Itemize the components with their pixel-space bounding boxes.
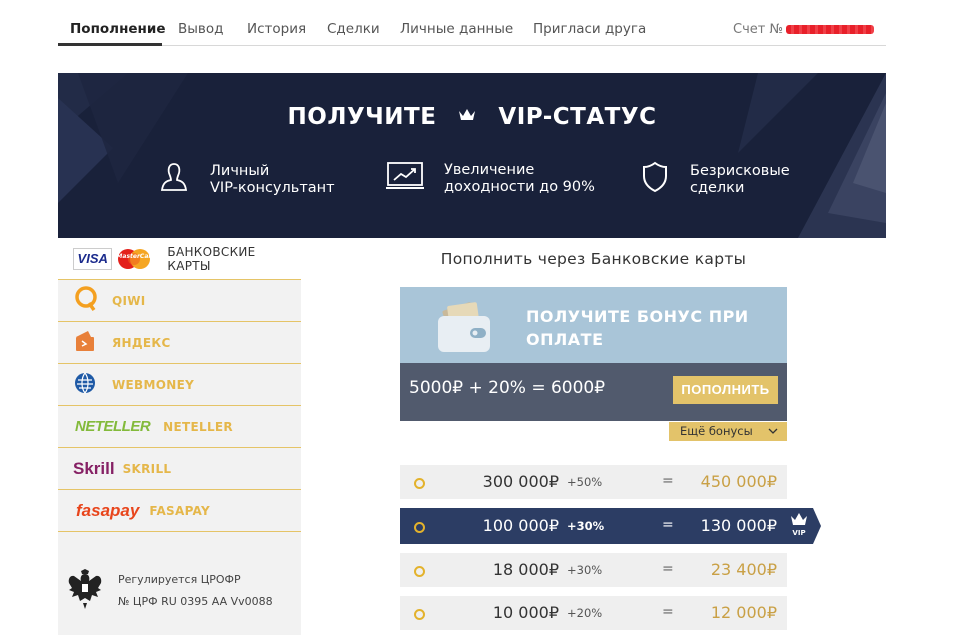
vip-badge: VIP [787,508,821,544]
method-fasapay[interactable]: fasapay FASAPAY [58,490,301,532]
regulator-info: Регулируется ЦРОФР № ЦРФ RU 0395 AA Vv00… [66,568,273,614]
active-tab-indicator [58,43,162,46]
bonus-card: ПОЛУЧИТЕ БОНУС ПРИ ОПЛАТЕ 5000₽ + 20% = … [400,287,787,421]
shield-icon [642,161,668,198]
bonus-formula: 5000₽ + 20% = 6000₽ [409,378,606,398]
yandex-wallet-icon [74,329,100,357]
crown-icon [458,107,476,127]
tier-bullet-icon [414,609,425,620]
neteller-logo: NETELLER [75,418,151,435]
tier-result: 12 000₽ [710,603,777,622]
banner-title: ПОЛУЧИТЕ VIP-СТАТУС [58,104,886,130]
bonus-tier-row[interactable]: 10 000₽ +20% = 12 000₽ [400,596,787,630]
tier-percent: +20% [567,606,603,620]
webmoney-globe-icon [74,372,100,398]
content-title: Пополнить через Банковские карты [440,250,747,268]
method-label-yandex: ЯНДЕКС [112,335,171,350]
banner-decoration [58,73,886,238]
tier-result: 450 000₽ [700,472,777,491]
tab-invite-friend[interactable]: Пригласи друга [533,21,646,37]
banner-title-right: VIP-СТАТУС [498,104,657,130]
top-navigation: Пополнение Вывод История Сделки Личные д… [58,12,886,46]
feature-riskless-trades: Безрисковые сделки [642,161,790,198]
method-label-skrill: SKRILL [122,461,172,476]
tier-equals: = [662,604,674,620]
account-label: Счет № [733,22,783,37]
chart-icon [386,161,424,196]
method-label-qiwi: QIWI [112,293,146,308]
tier-bullet-icon [414,522,425,533]
tier-amount: 10 000₽ [492,603,559,622]
tier-amount: 300 000₽ [482,472,559,491]
tier-amount: 18 000₽ [492,560,559,579]
tier-bullet-icon [414,566,425,577]
account-number: Счет № [733,22,874,37]
vip-banner[interactable]: ПОЛУЧИТЕ VIP-СТАТУС Личный VIP-консультант… [58,73,886,238]
tier-percent: +30% [567,563,603,577]
banner-title-left: ПОЛУЧИТЕ [287,104,437,130]
tier-result: 130 000₽ [700,516,777,535]
feature-personal-consultant: Личный VIP-консультант [160,161,335,198]
skrill-logo: Skrill [73,458,115,478]
mastercard-logo: MasterCard [115,248,156,270]
tab-istoriya[interactable]: История [247,21,306,37]
chevron-down-icon [768,422,778,448]
tier-percent: +30% [567,519,605,533]
more-bonuses-label: Ещё бонусы [680,424,753,438]
qiwi-icon [74,285,100,316]
method-label-bank-cards: БАНКОВСКИЕ КАРТЫ [167,244,256,273]
wallet-icon [434,298,494,360]
method-webmoney[interactable]: WEBMONEY [58,364,301,406]
feature-1-line2: VIP-консультант [210,179,335,196]
tier-result: 23 400₽ [710,560,777,579]
method-label-neteller: NETELLER [163,419,233,434]
vip-badge-text: VIP [792,529,806,537]
feature-2-line1: Увеличение [444,161,535,178]
tier-bullet-icon [414,478,425,489]
feature-3-line1: Безрисковые [690,162,790,179]
coat-of-arms-icon [66,568,104,614]
method-label-webmoney: WEBMONEY [112,377,195,392]
mastercard-text: MasterCard [116,252,156,260]
bonus-text-line2: ОПЛАТЕ [526,330,604,349]
user-icon [160,161,188,198]
bonus-tier-row-vip[interactable]: 100 000₽ +30% = 130 000₽ VIP [400,508,821,544]
tier-equals: = [662,473,674,489]
bonus-tier-row[interactable]: 18 000₽ +30% = 23 400₽ [400,553,787,587]
bonus-tier-row[interactable]: 300 000₽ +50% = 450 000₽ [400,465,787,499]
method-qiwi[interactable]: QIWI [58,280,301,322]
regulator-line2: № ЦРФ RU 0395 AA Vv0088 [118,595,273,608]
method-skrill[interactable]: Skrill SKRILL [58,448,301,490]
payment-methods-list: VISA MasterCard БАНКОВСКИЕ КАРТЫ QIWI ЯН… [58,238,301,635]
feature-1-line1: Личный [210,162,270,179]
method-label-fasapay: FASAPAY [149,503,210,518]
tab-popolnenie[interactable]: Пополнение [70,21,166,37]
account-number-redacted [786,25,874,34]
visa-logo: VISA [73,247,113,270]
method-yandex[interactable]: ЯНДЕКС [58,322,301,364]
bonus-text-line1: ПОЛУЧИТЕ БОНУС ПРИ [526,307,749,326]
tab-personal-data[interactable]: Личные данные [400,21,513,37]
tier-equals: = [662,517,674,533]
feature-yield-increase: Увеличение доходности до 90% [386,161,595,196]
feature-2-line2: доходности до 90% [444,178,595,195]
tier-equals: = [662,561,674,577]
fasapay-logo: fasapay [76,500,140,520]
topup-button[interactable]: ПОПОЛНИТЬ [673,376,778,404]
bonus-card-header: ПОЛУЧИТЕ БОНУС ПРИ ОПЛАТЕ [400,287,787,363]
regulator-line1: Регулируется ЦРОФР [118,573,241,586]
method-bank-cards[interactable]: VISA MasterCard БАНКОВСКИЕ КАРТЫ [58,238,301,280]
more-bonuses-dropdown[interactable]: Ещё бонусы [669,422,787,441]
tab-sdelki[interactable]: Сделки [327,21,380,37]
tier-amount: 100 000₽ [482,516,559,535]
feature-3-line2: сделки [690,179,745,196]
tab-vyvod[interactable]: Вывод [178,21,223,37]
method-neteller[interactable]: NETELLER NETELLER [58,406,301,448]
tier-percent: +50% [567,475,603,489]
bonus-card-footer: 5000₽ + 20% = 6000₽ ПОПОЛНИТЬ [400,363,787,421]
